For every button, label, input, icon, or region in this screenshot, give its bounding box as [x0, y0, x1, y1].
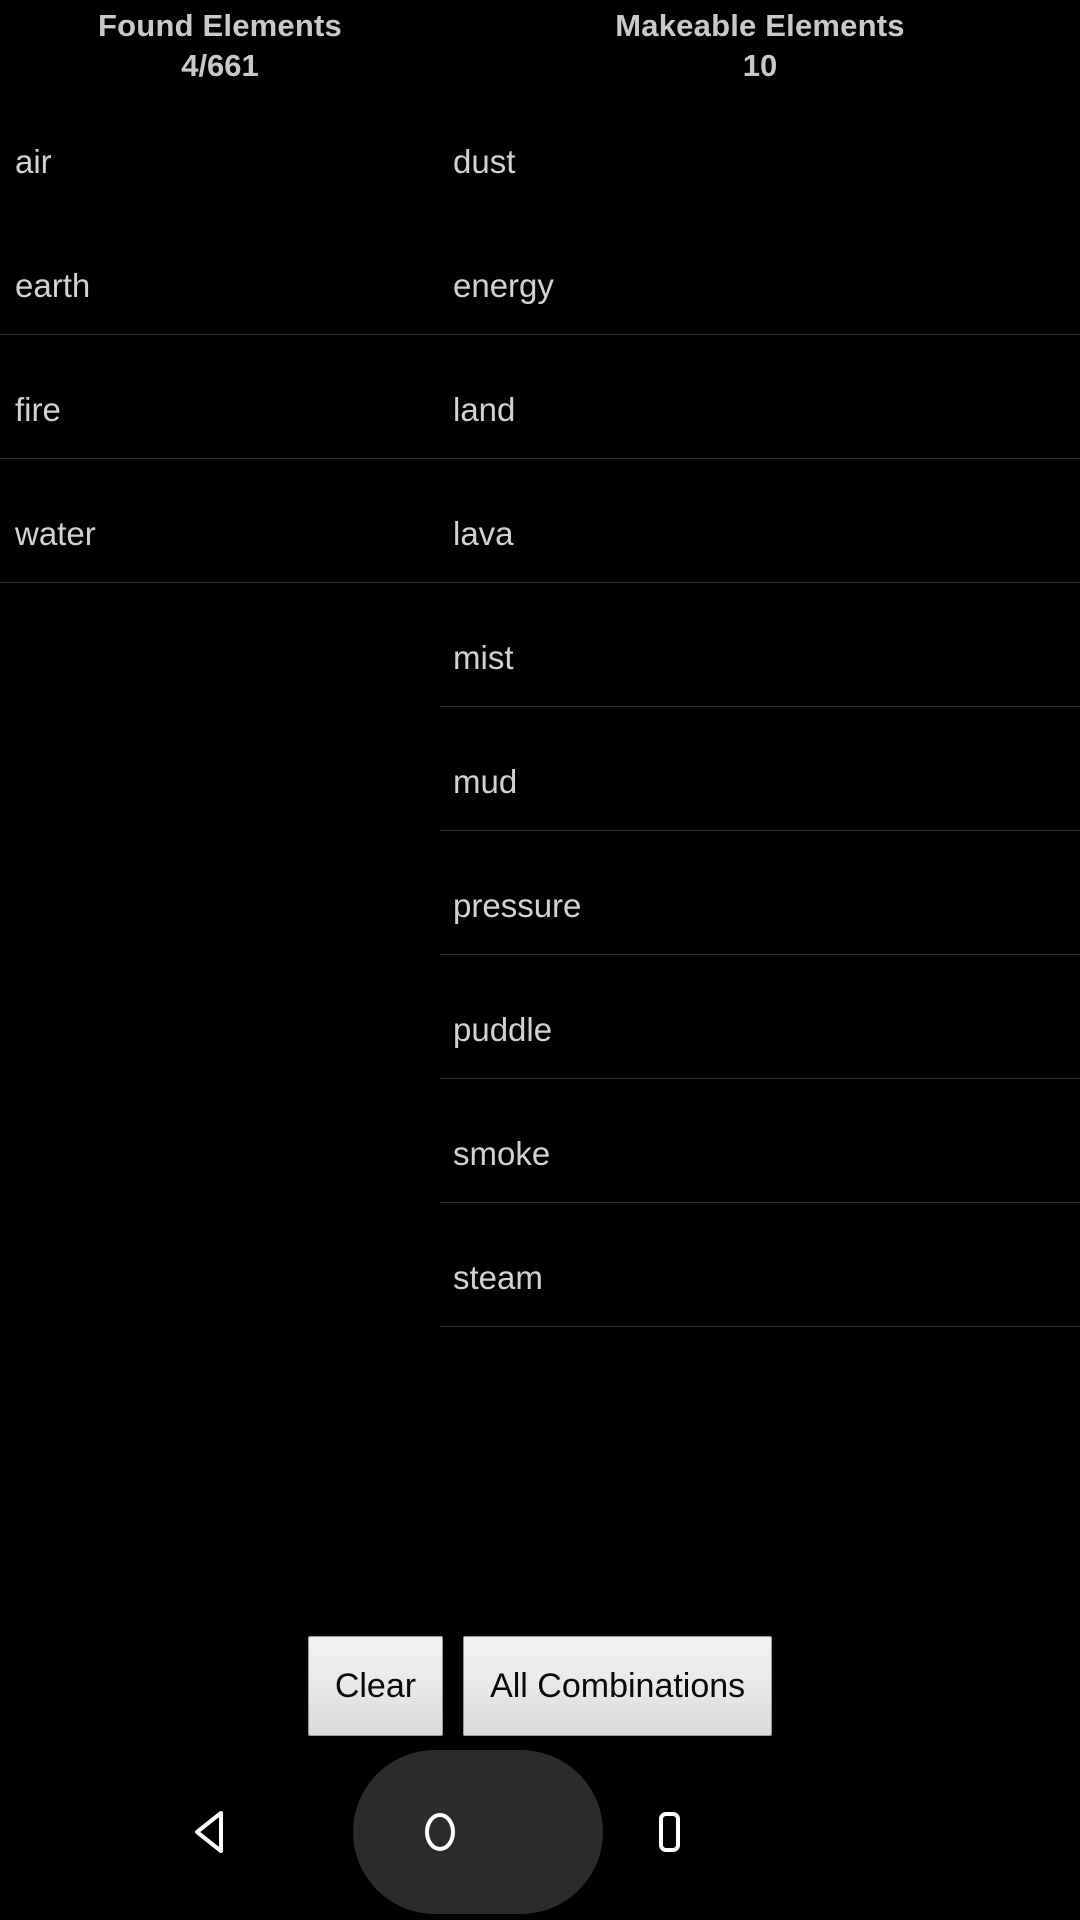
element-label: smoke — [453, 1135, 551, 1172]
all-combinations-button[interactable]: All Combinations — [463, 1636, 773, 1736]
list-item[interactable]: water — [0, 472, 440, 596]
element-label: dust — [453, 143, 516, 180]
list-item[interactable]: puddle — [440, 968, 1080, 1092]
makeable-elements-title: Makeable Elements — [615, 8, 905, 43]
found-elements-header: Found Elements 4/661 — [0, 0, 440, 100]
makeable-elements-list[interactable]: dust energy land lava mist mud pressure … — [440, 100, 1080, 1600]
list-item[interactable]: smoke — [440, 1092, 1080, 1216]
element-label: mist — [453, 639, 514, 676]
list-item[interactable]: air — [0, 100, 440, 224]
list-item[interactable]: steam — [440, 1216, 1080, 1340]
found-elements-title: Found Elements — [98, 8, 342, 43]
recents-square-icon — [647, 1808, 691, 1856]
list-item[interactable]: lava — [440, 472, 1080, 596]
element-label: mud — [453, 763, 518, 800]
android-navigation-bar — [0, 1744, 1080, 1920]
list-item[interactable]: mud — [440, 720, 1080, 844]
found-elements-count: 4/661 — [181, 48, 259, 83]
element-label: steam — [453, 1259, 543, 1296]
action-button-bar: Clear All Combinations — [0, 1634, 1080, 1738]
home-circle-icon — [416, 1808, 464, 1856]
list-item[interactable]: land — [440, 348, 1080, 472]
list-item[interactable]: pressure — [440, 844, 1080, 968]
nav-home-button[interactable] — [350, 1744, 530, 1920]
makeable-elements-count: 10 — [742, 48, 778, 83]
element-label: land — [453, 391, 516, 428]
back-triangle-icon — [189, 1808, 233, 1856]
nav-back-button[interactable] — [121, 1744, 301, 1920]
list-item[interactable]: energy — [440, 224, 1080, 348]
found-elements-list[interactable]: air earth fire water — [0, 100, 440, 1600]
list-item[interactable]: mist — [440, 596, 1080, 720]
element-label: pressure — [453, 887, 582, 924]
element-label: air — [15, 143, 52, 180]
element-label: lava — [453, 515, 514, 552]
list-item[interactable]: fire — [0, 348, 440, 472]
clear-button[interactable]: Clear — [307, 1636, 444, 1736]
makeable-elements-header: Makeable Elements 10 — [440, 0, 1080, 100]
element-label: water — [15, 515, 96, 552]
column-headers: Found Elements 4/661 Makeable Elements 1… — [0, 0, 1080, 100]
app-root: Found Elements 4/661 Makeable Elements 1… — [0, 0, 1080, 1920]
list-item[interactable]: dust — [440, 100, 1080, 224]
element-label: puddle — [453, 1011, 553, 1048]
element-label: earth — [15, 267, 91, 304]
element-lists: air earth fire water dust energy land la… — [0, 100, 1080, 1600]
element-label: fire — [15, 391, 61, 428]
nav-recents-button[interactable] — [579, 1744, 759, 1920]
list-item[interactable]: earth — [0, 224, 440, 348]
element-label: energy — [453, 267, 554, 304]
